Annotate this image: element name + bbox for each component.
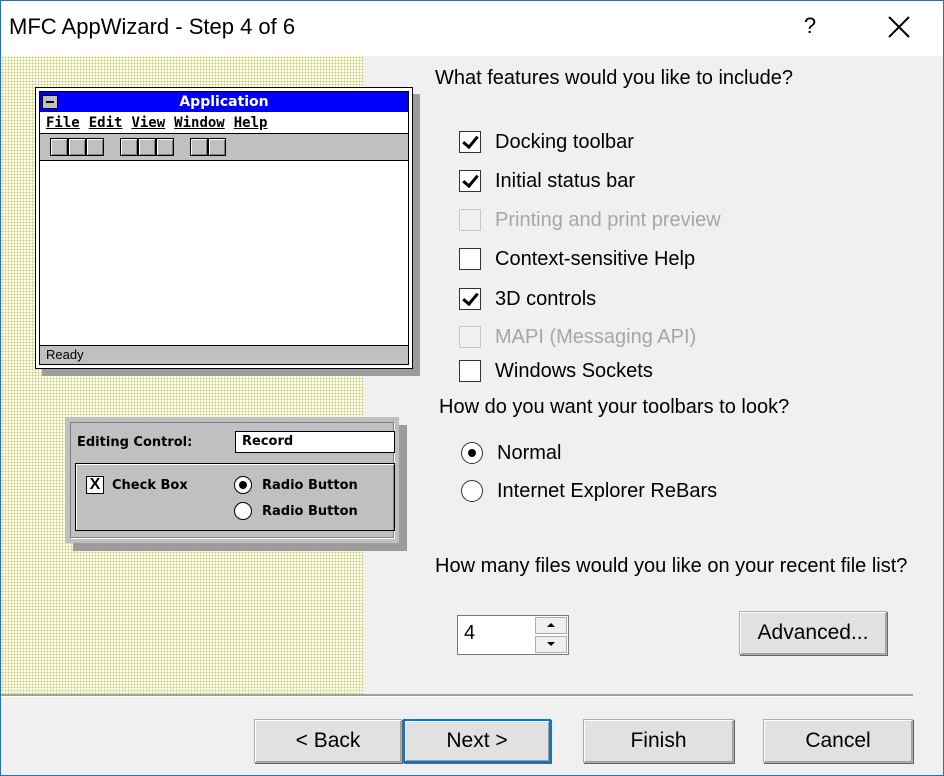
radio-label: Internet Explorer ReBars (497, 479, 718, 502)
preview-radio-2-label: Radio Button (262, 504, 358, 519)
preview-toolbar-button (120, 138, 138, 156)
preview-checkbox: X (86, 476, 104, 494)
preview-menu-window: Window (174, 115, 225, 131)
preview-toolbar-button (190, 138, 208, 156)
preview-checkbox-label: Check Box (112, 478, 188, 493)
toolbars-question: How do you want your toolbars to look? (439, 396, 790, 418)
preview-menu-help: Help (233, 115, 268, 131)
preview-menubar: File Edit View Window Help (40, 113, 408, 134)
recent-files-question: How many files would you like on your re… (435, 555, 908, 577)
option-3d-controls[interactable]: 3D controls (459, 287, 596, 311)
back-button[interactable]: < Back (254, 719, 402, 763)
radio-button[interactable] (461, 480, 483, 502)
preview-toolbar-button (208, 138, 226, 156)
preview-radio-1-label: Radio Button (262, 478, 358, 493)
preview-menu-file: File (46, 115, 80, 131)
preview-menu-edit: Edit (88, 115, 123, 131)
checkbox[interactable] (459, 288, 481, 310)
preview-application-window: Application File Edit View Window Help R… (35, 87, 413, 369)
option-label: Context-sensitive Help (495, 247, 696, 270)
preview-toolbar-group (50, 138, 104, 156)
checkbox[interactable] (459, 248, 481, 270)
option-label: Docking toolbar (495, 130, 634, 153)
preview-system-menu-icon (42, 95, 58, 109)
option-context-help[interactable]: Context-sensitive Help (459, 247, 695, 271)
radio-ie-rebars[interactable]: Internet Explorer ReBars (461, 479, 717, 503)
option-label: MAPI (Messaging API) (495, 325, 697, 348)
preview-toolbar (40, 134, 408, 161)
preview-toolbar-button (50, 138, 68, 156)
preview-status-bar: Ready (40, 345, 408, 364)
window-title: MFC AppWizard - Step 4 of 6 (9, 14, 296, 39)
preview-radio-1 (234, 476, 252, 494)
option-initial-status-bar[interactable]: Initial status bar (459, 169, 635, 193)
preview-app-title: Application (179, 94, 269, 110)
recent-files-spinbox[interactable]: 4 (457, 615, 569, 655)
next-button[interactable]: Next > (403, 719, 551, 763)
option-printing-preview: Printing and print preview (459, 208, 721, 232)
option-label: Windows Sockets (495, 359, 653, 382)
preview-toolbar-button (86, 138, 104, 156)
spin-up-button[interactable] (535, 617, 567, 634)
preview-toolbar-button (68, 138, 86, 156)
appwizard-dialog: MFC AppWizard - Step 4 of 6 ? Applicatio… (0, 0, 944, 776)
radio-label: Normal (497, 441, 562, 464)
close-icon (888, 16, 910, 38)
title-bar: MFC AppWizard - Step 4 of 6 ? (1, 1, 943, 56)
close-button[interactable] (881, 9, 917, 45)
preview-editing-label: Editing Control: (77, 435, 193, 450)
checkbox[interactable] (459, 170, 481, 192)
radio-button[interactable] (461, 442, 483, 464)
checkbox[interactable] (459, 360, 481, 382)
radio-normal[interactable]: Normal (461, 441, 561, 465)
option-docking-toolbar[interactable]: Docking toolbar (459, 130, 634, 154)
checkbox[interactable] (459, 131, 481, 153)
preview-toolbar-button (138, 138, 156, 156)
preview-toolbar-group (190, 138, 226, 156)
recent-files-value[interactable]: 4 (464, 622, 475, 645)
option-windows-sockets[interactable]: Windows Sockets (459, 359, 653, 383)
preview-radio-2 (234, 502, 252, 520)
option-label: Printing and print preview (495, 208, 721, 231)
preview-control-group: X Check Box Radio Button Radio Button (75, 463, 395, 531)
preview-toolbar-button (156, 138, 174, 156)
checkbox (459, 209, 481, 231)
option-mapi: MAPI (Messaging API) (459, 325, 696, 349)
option-label: Initial status bar (495, 169, 636, 192)
cancel-button[interactable]: Cancel (763, 719, 913, 763)
advanced-button[interactable]: Advanced... (739, 611, 887, 655)
preview-editing-field: Record (235, 431, 395, 453)
finish-button[interactable]: Finish (583, 719, 734, 763)
preview-toolbar-group (120, 138, 174, 156)
help-button[interactable]: ? (799, 13, 821, 43)
preview-app-titlebar: Application (40, 92, 408, 112)
features-question: What features would you like to include? (435, 67, 793, 89)
checkbox (459, 326, 481, 348)
option-label: 3D controls (495, 287, 597, 310)
preview-menu-view: View (131, 115, 166, 131)
spin-down-button[interactable] (535, 636, 567, 653)
preview-dialog: Editing Control: Record X Check Box Radi… (65, 417, 399, 543)
